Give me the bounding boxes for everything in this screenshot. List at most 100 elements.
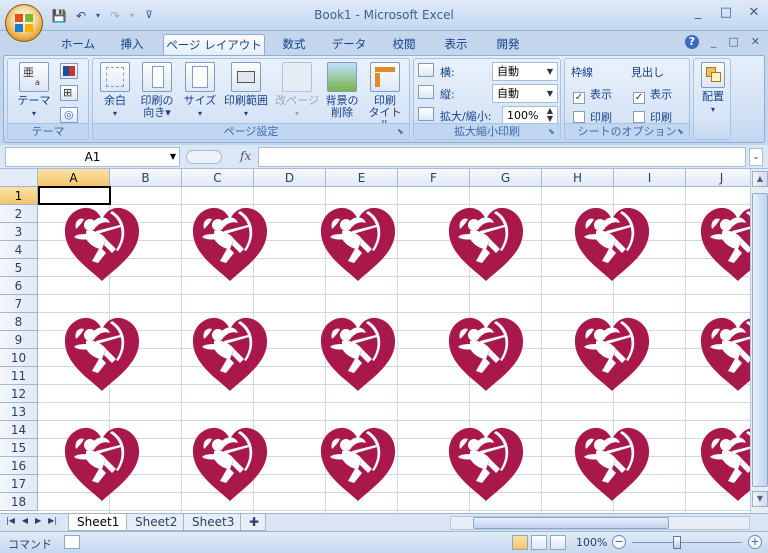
normal-view-icon[interactable]	[512, 535, 528, 550]
column-header-h[interactable]: H	[542, 169, 614, 187]
tab-formulas[interactable]: 数式	[274, 34, 314, 55]
insert-sheet-icon[interactable]: ✚	[240, 514, 266, 531]
next-sheet-icon[interactable]: ▶	[35, 516, 41, 525]
group-scale-to-fit: 横: 自動 ▼ 縦: 自動 ▼ 拡大/縮小: 100% ▲ ▼ 拡大縮小印刷 ⬊	[413, 58, 561, 140]
print-titles-button[interactable]: 印刷タイトル	[365, 62, 405, 131]
name-box[interactable]: A1 ▼	[5, 147, 180, 167]
cells[interactable]	[38, 187, 750, 513]
column-header-f[interactable]: F	[398, 169, 470, 187]
tab-data[interactable]: データ	[326, 34, 372, 55]
margins-button[interactable]: 余白 ▾	[97, 62, 133, 120]
last-sheet-icon[interactable]: ▶|	[48, 516, 57, 525]
zoom-track[interactable]	[632, 542, 742, 543]
row-header-10[interactable]: 10	[0, 349, 38, 367]
vertical-scrollbar[interactable]: ▲ ▼	[750, 169, 768, 513]
horizontal-scrollbar[interactable]	[450, 516, 750, 530]
first-sheet-icon[interactable]: |◀	[6, 516, 15, 525]
row-header-15[interactable]: 15	[0, 439, 38, 457]
tab-insert[interactable]: 挿入	[112, 34, 152, 55]
sheet-options-launcher-icon[interactable]: ⬊	[677, 127, 687, 137]
row-header-2[interactable]: 2	[0, 205, 38, 223]
zoom-in-icon[interactable]: +	[748, 535, 762, 549]
row-header-11[interactable]: 11	[0, 367, 38, 385]
zoom-level[interactable]: 100%	[576, 536, 607, 549]
macro-record-icon[interactable]	[64, 535, 80, 549]
help-icon[interactable]: ?	[684, 35, 699, 49]
row-header-7[interactable]: 7	[0, 295, 38, 313]
column-header-i[interactable]: I	[614, 169, 686, 187]
office-button[interactable]	[5, 4, 43, 42]
size-button[interactable]: サイズ ▾	[183, 62, 217, 120]
row-header-5[interactable]: 5	[0, 259, 38, 277]
tab-page-layout[interactable]: ページ レイアウト	[163, 34, 265, 55]
column-header-e[interactable]: E	[326, 169, 398, 187]
worksheet-grid[interactable]: ABCDEFGHIJ 1 2 3 4 5 6 7 8 9 10 11 12 13 14 15 16 17 18	[0, 169, 750, 513]
sheet-tab-sheet3[interactable]: Sheet3	[183, 514, 244, 531]
row-header-18[interactable]: 18	[0, 493, 38, 511]
vertical-scroll-thumb[interactable]	[752, 193, 768, 487]
column-header-c[interactable]: C	[182, 169, 254, 187]
arrange-button[interactable]: 配置 ▾	[696, 62, 730, 116]
theme-fonts-icon[interactable]: ⊞	[60, 85, 78, 101]
row-header-13[interactable]: 13	[0, 403, 38, 421]
sheet-tab-sheet2[interactable]: Sheet2	[126, 514, 187, 531]
page-break-button[interactable]: 改ページ ▾	[275, 62, 319, 120]
sheet-tab-sheet1[interactable]: Sheet1	[68, 514, 129, 531]
select-all-corner[interactable]	[0, 169, 38, 187]
row-header-12[interactable]: 12	[0, 385, 38, 403]
row-header-9[interactable]: 9	[0, 331, 38, 349]
formula-buttons: fx	[184, 147, 258, 167]
row-header-14[interactable]: 14	[0, 421, 38, 439]
theme-colors-icon[interactable]	[60, 63, 78, 79]
row-header-1[interactable]: 1	[0, 187, 38, 205]
height-dropdown[interactable]: 自動 ▼	[492, 84, 558, 103]
theme-effects-icon[interactable]: ◎	[60, 107, 78, 123]
print-area-button[interactable]: 印刷範囲 ▾	[221, 62, 271, 120]
tab-home[interactable]: ホーム	[56, 34, 100, 55]
zoom-out-icon[interactable]: −	[612, 535, 626, 549]
cupid-heart-image	[446, 205, 526, 283]
scroll-down-icon[interactable]: ▼	[752, 491, 768, 507]
column-header-a[interactable]: A	[38, 169, 110, 187]
prev-sheet-icon[interactable]: ◀	[22, 516, 28, 525]
tab-developer[interactable]: 開発	[488, 34, 528, 55]
insert-function-icon[interactable]: fx	[240, 149, 251, 163]
headings-view-checkbox[interactable]: ✓ 表示	[633, 86, 672, 104]
page-setup-launcher-icon[interactable]: ⬊	[397, 127, 407, 137]
ribbon-minimize-icon[interactable]: _	[711, 35, 717, 49]
chevron-down-icon[interactable]: ▼	[170, 148, 176, 166]
row-header-6[interactable]: 6	[0, 277, 38, 295]
orientation-button[interactable]: 印刷の 向き▾	[137, 62, 177, 119]
delete-background-button[interactable]: 背景の 削除	[323, 62, 361, 119]
row-header-16[interactable]: 16	[0, 457, 38, 475]
ribbon-close-icon[interactable]: ✕	[751, 35, 760, 49]
scale-launcher-icon[interactable]: ⬊	[548, 127, 558, 137]
minimize-icon[interactable]: _	[690, 5, 706, 21]
theme-button[interactable]: 亜 a テーマ ▾	[12, 62, 56, 120]
horizontal-scroll-thumb[interactable]	[473, 517, 669, 529]
zoom-knob[interactable]	[673, 536, 681, 549]
spinner-icon[interactable]: ▲ ▼	[543, 107, 557, 124]
row-header-3[interactable]: 3	[0, 223, 38, 241]
gridlines-view-checkbox[interactable]: ✓ 表示	[573, 86, 612, 104]
column-header-d[interactable]: D	[254, 169, 326, 187]
maximize-icon[interactable]: □	[718, 5, 734, 21]
formula-input[interactable]	[258, 147, 746, 167]
row-header-17[interactable]: 17	[0, 475, 38, 493]
page-layout-view-icon[interactable]	[531, 535, 547, 550]
column-header-b[interactable]: B	[110, 169, 182, 187]
scroll-up-icon[interactable]: ▲	[752, 171, 768, 187]
zoom-slider[interactable]: − +	[612, 535, 762, 551]
ribbon-restore-icon[interactable]: □	[728, 35, 738, 49]
print-titles-icon	[370, 62, 400, 92]
close-icon[interactable]: ✕	[746, 5, 762, 21]
column-header-g[interactable]: G	[470, 169, 542, 187]
expand-formula-bar-icon[interactable]: ⌄	[749, 148, 763, 166]
tab-review[interactable]: 校閲	[384, 34, 424, 55]
page-break-preview-icon[interactable]	[550, 535, 566, 550]
width-dropdown[interactable]: 自動 ▼	[492, 62, 558, 81]
column-header-j[interactable]: J	[686, 169, 750, 187]
row-header-8[interactable]: 8	[0, 313, 38, 331]
tab-view[interactable]: 表示	[436, 34, 476, 55]
row-header-4[interactable]: 4	[0, 241, 38, 259]
